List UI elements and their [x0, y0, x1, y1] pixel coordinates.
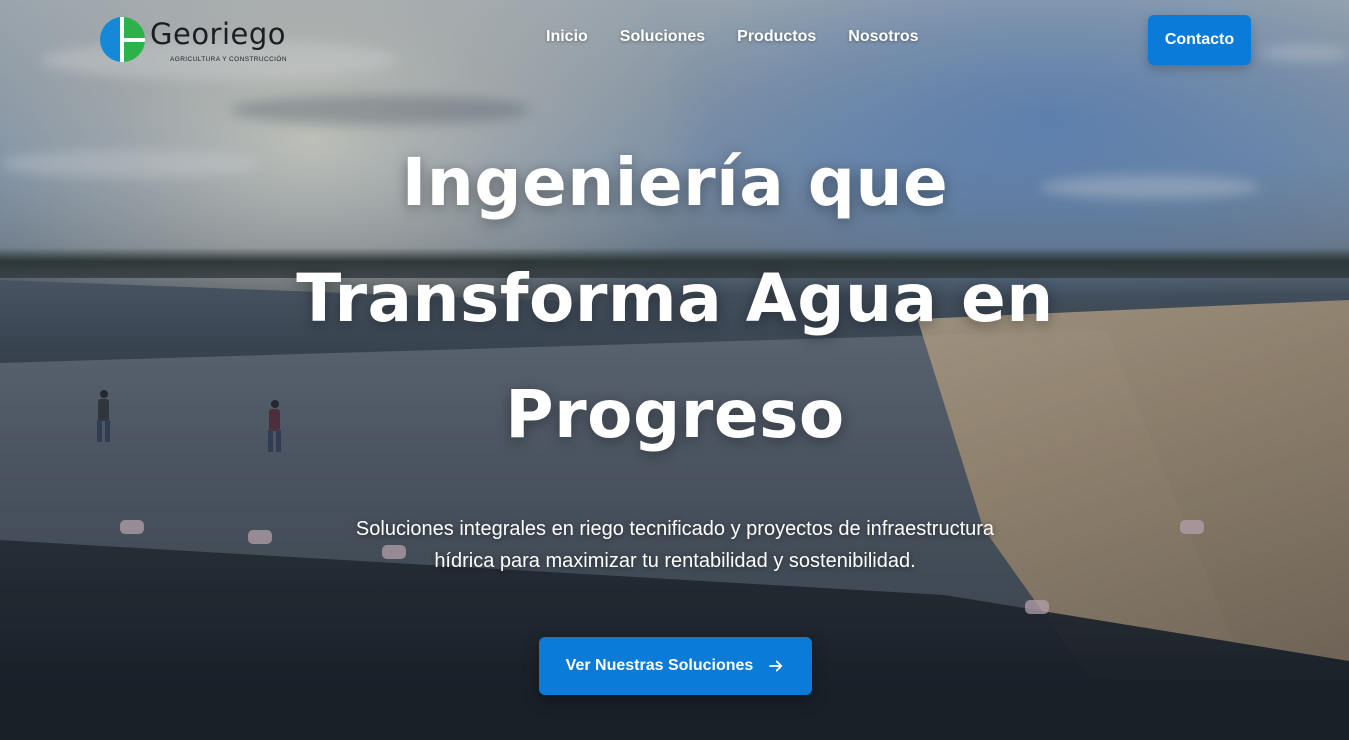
hero-subtitle-line: Soluciones integrales en riego tecnifica…: [355, 518, 995, 540]
nav-link-inicio[interactable]: Inicio: [546, 28, 588, 46]
logo-mark-icon: [100, 17, 145, 62]
hero-title: Ingeniería que Transforma Agua en Progre…: [230, 125, 1120, 473]
arrow-right-icon: [769, 660, 783, 672]
view-solutions-label: Ver Nuestras Soluciones: [565, 657, 754, 674]
nav-link-productos[interactable]: Productos: [737, 28, 816, 46]
hero-title-line: Ingeniería que: [401, 144, 949, 221]
hero-section: Georiego AGRICULTURA Y CONSTRUCCIÓN Inic…: [0, 0, 1349, 740]
logo-tagline: AGRICULTURA Y CONSTRUCCIÓN: [170, 56, 287, 63]
hero-title-line: Transforma Agua en: [296, 260, 1054, 337]
view-solutions-button[interactable]: Ver Nuestras Soluciones: [539, 637, 812, 695]
hero-title-line: Progreso: [505, 376, 845, 453]
hero-subtitle: Soluciones integrales en riego tecnifica…: [330, 513, 1020, 577]
contact-button[interactable]: Contacto: [1148, 15, 1251, 65]
nav-link-nosotros[interactable]: Nosotros: [848, 28, 918, 46]
nav-link-soluciones[interactable]: Soluciones: [620, 28, 705, 46]
hero-subtitle-line: hídrica para maximizar tu rentabilidad y…: [434, 550, 916, 572]
main-nav: Inicio Soluciones Productos Nosotros: [546, 28, 919, 46]
logo-wordmark: Georiego: [150, 17, 287, 51]
brand-logo[interactable]: Georiego AGRICULTURA Y CONSTRUCCIÓN: [100, 16, 300, 66]
